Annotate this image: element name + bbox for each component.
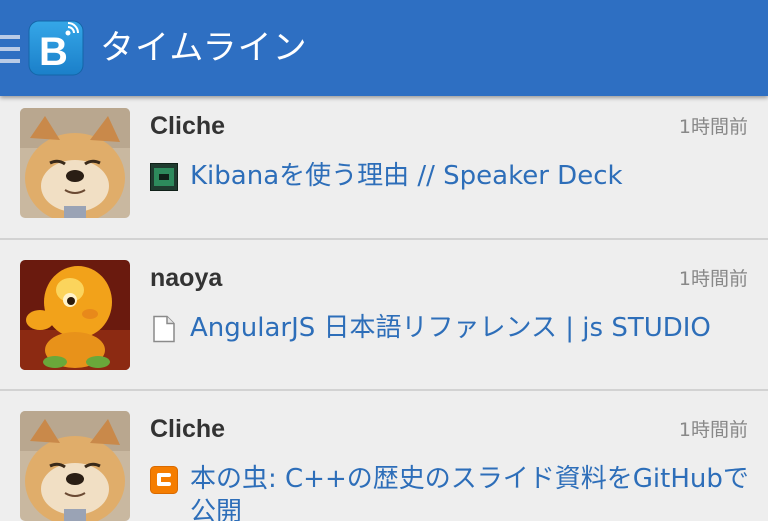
document-icon bbox=[153, 315, 175, 343]
bookmark-link[interactable]: AngularJS 日本語リファレンス | js STUDIO bbox=[150, 312, 750, 345]
username[interactable]: Cliche bbox=[150, 112, 225, 141]
list-item[interactable]: Cliche 1時間前 本の虫: C++の歴史のスライド資料をGitHubで公開 bbox=[0, 391, 768, 521]
avatar-orange-figure[interactable] bbox=[20, 260, 130, 370]
timestamp: 1時間前 bbox=[678, 268, 748, 290]
timeline-list[interactable]: Cliche 1時間前 Kibanaを使う理由 // Speaker Deck bbox=[0, 96, 768, 521]
bookmark-title[interactable]: 本の虫: C++の歴史のスライド資料をGitHubで公開 bbox=[190, 463, 750, 521]
speaker-deck-icon bbox=[150, 163, 178, 191]
bookmark-link[interactable]: 本の虫: C++の歴史のスライド資料をGitHubで公開 bbox=[150, 463, 750, 521]
list-item[interactable]: naoya 1時間前 AngularJS 日本語リファレンス | js STUD… bbox=[0, 240, 768, 391]
username[interactable]: naoya bbox=[150, 264, 222, 293]
page-title: タイムライン bbox=[100, 28, 308, 68]
list-item[interactable]: Cliche 1時間前 Kibanaを使う理由 // Speaker Deck bbox=[0, 96, 768, 240]
timestamp: 1時間前 bbox=[678, 116, 748, 138]
avatar-shiba-dog[interactable] bbox=[20, 108, 130, 218]
bookmark-link[interactable]: Kibanaを使う理由 // Speaker Deck bbox=[150, 160, 750, 193]
blogger-icon bbox=[150, 466, 178, 494]
logo-letter: B bbox=[39, 30, 68, 74]
timestamp: 1時間前 bbox=[678, 419, 748, 441]
avatar-shiba-dog[interactable] bbox=[20, 411, 130, 521]
app-screen: B タイムライン Cliche 1時間前 Kibanaを使う理由 // Spea… bbox=[0, 0, 768, 521]
username[interactable]: Cliche bbox=[150, 415, 225, 444]
bookmark-title[interactable]: Kibanaを使う理由 // Speaker Deck bbox=[190, 160, 623, 193]
menu-icon[interactable] bbox=[0, 35, 22, 65]
action-bar: B タイムライン bbox=[0, 0, 768, 96]
hatena-bookmark-logo-icon[interactable]: B bbox=[28, 20, 84, 76]
bookmark-title[interactable]: AngularJS 日本語リファレンス | js STUDIO bbox=[190, 312, 711, 345]
